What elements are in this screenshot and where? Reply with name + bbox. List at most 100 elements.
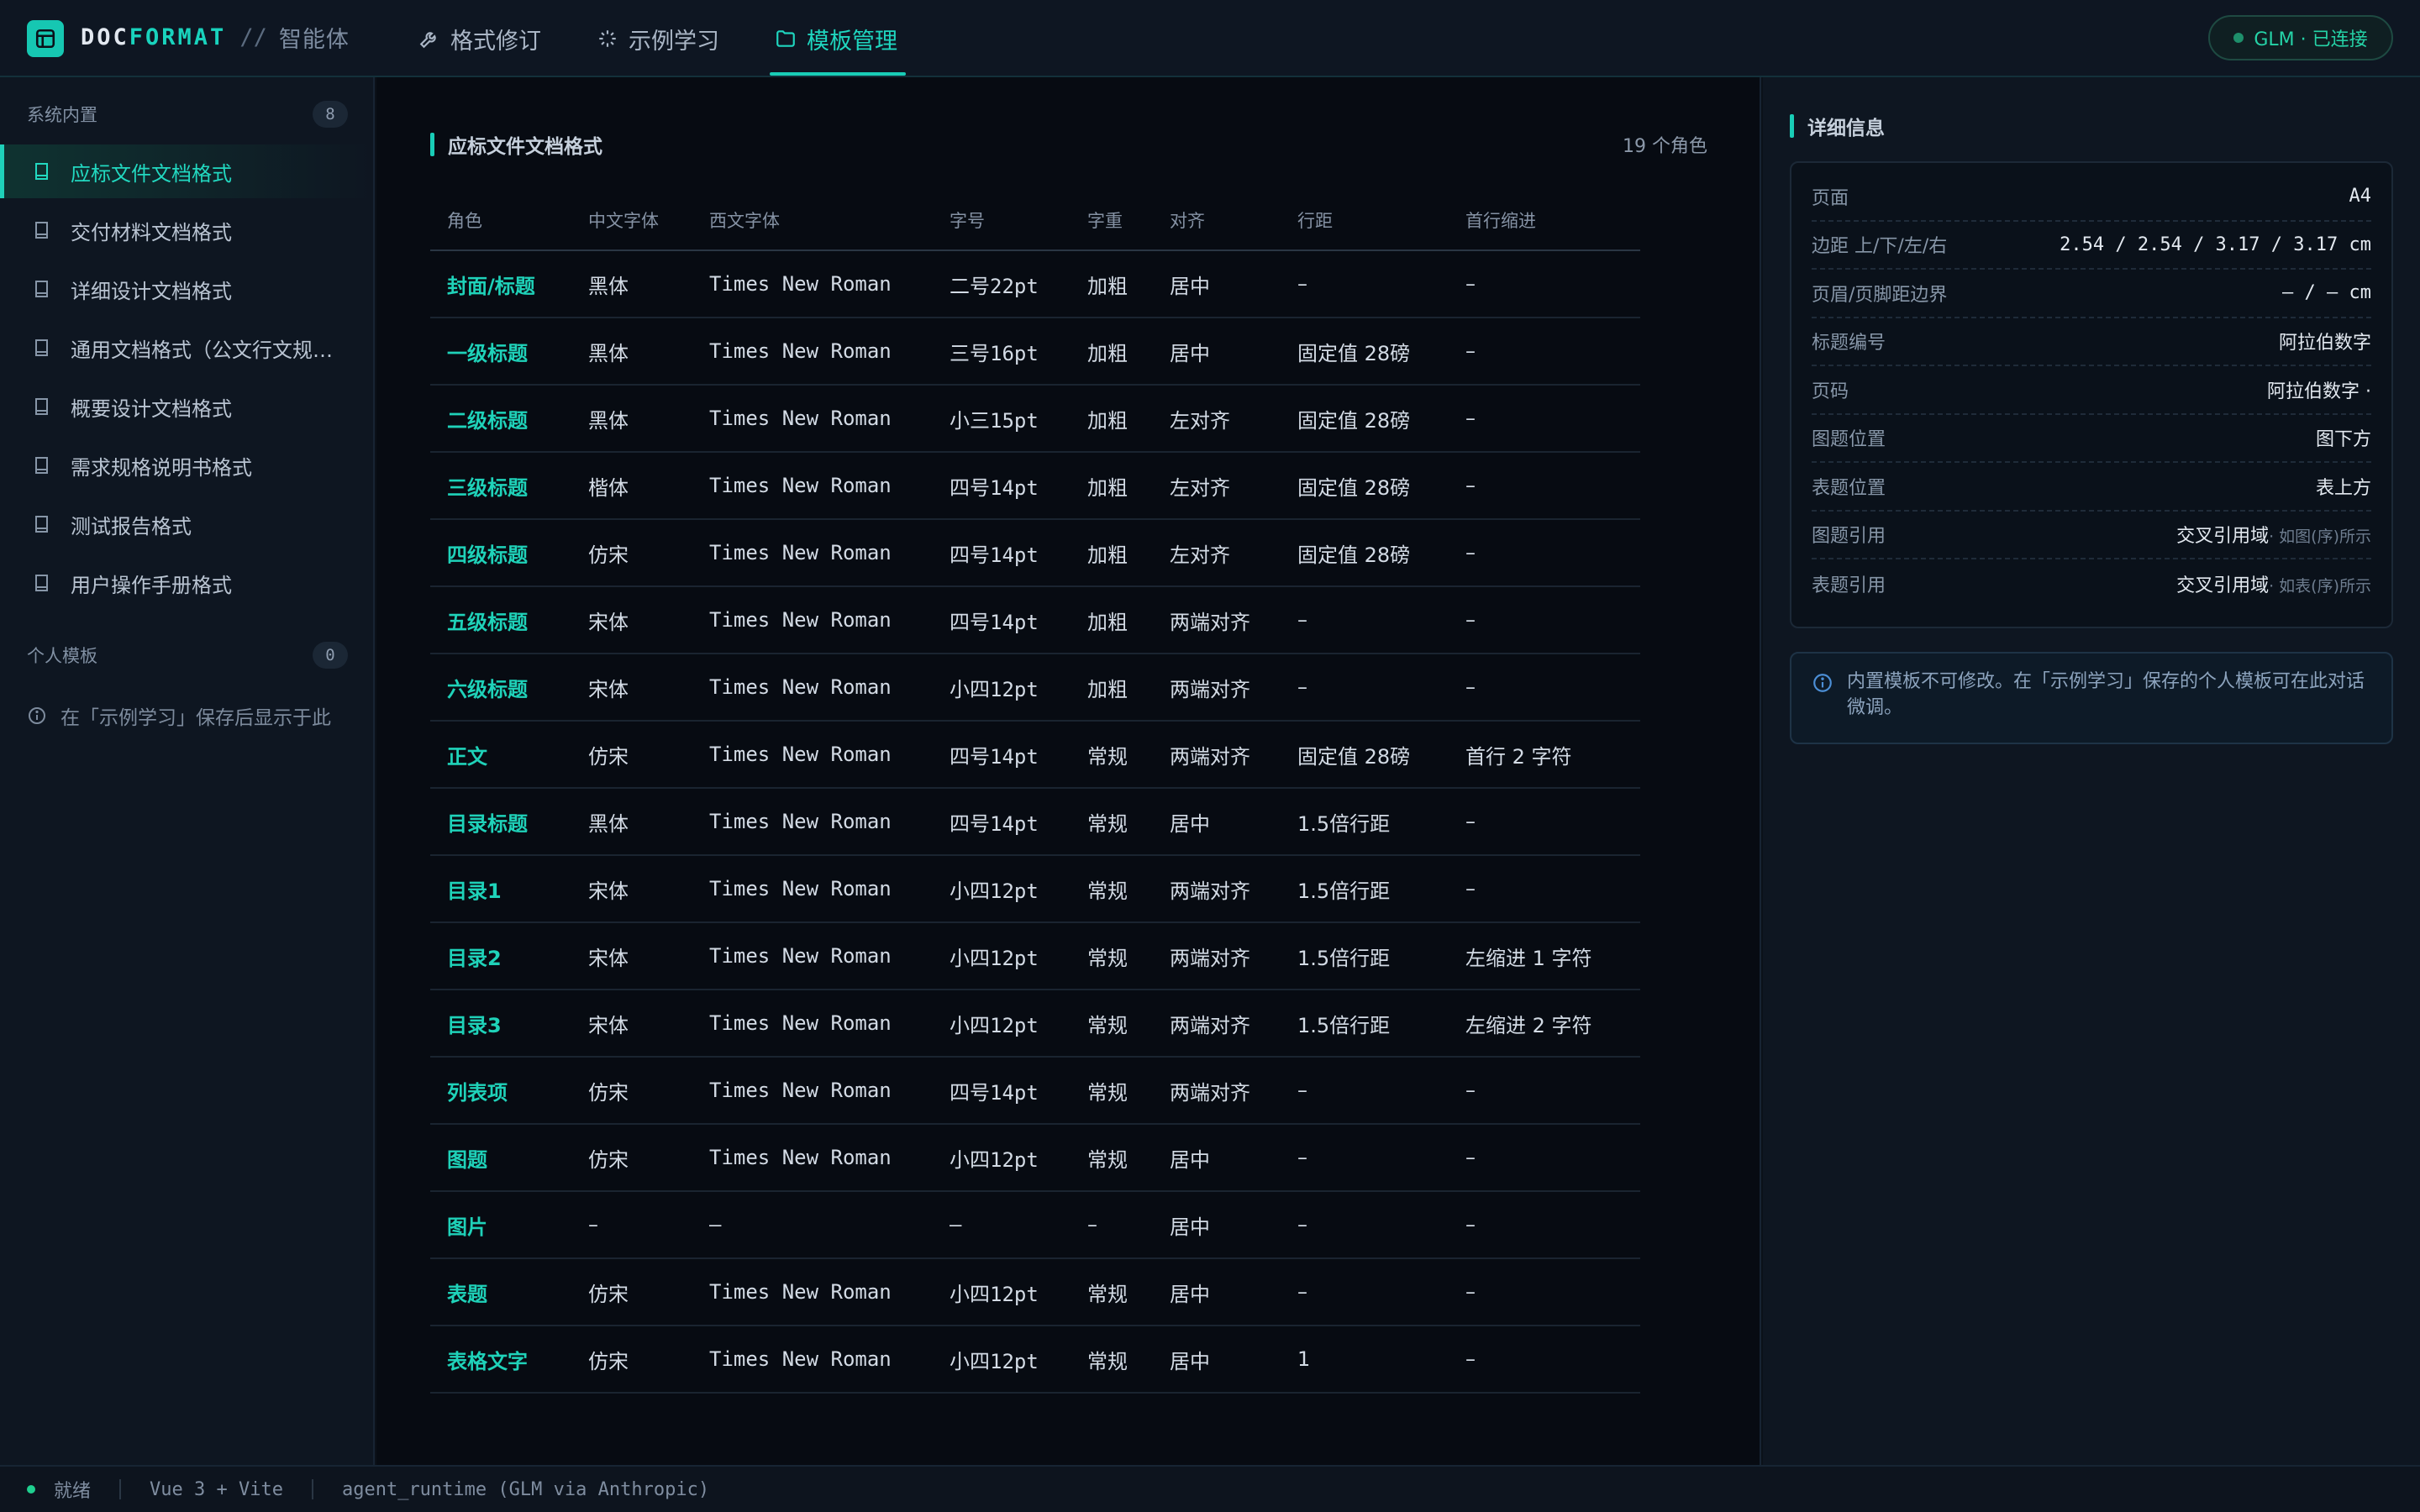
cell-size: 小四12pt — [933, 990, 1071, 1058]
sidebar-item-label: 应标文件文档格式 — [71, 161, 232, 186]
table-row[interactable]: 目录2 宋体 Times New Roman 小四12pt 常规 两端对齐 1.5倍行距 左缩… — [430, 922, 1640, 990]
cell-cn: 宋体 — [571, 990, 692, 1058]
table-body: 封面/标题 黑体 Times New Roman 二号22pt 加粗 居中 – – 一级标题 黑体… — [430, 250, 1640, 1394]
sidebar-item-test-report[interactable]: 测试报告格式 — [0, 497, 373, 551]
book-icon — [35, 457, 48, 474]
cell-indent: – — [1449, 855, 1640, 923]
title-accent-bar — [430, 133, 434, 156]
cell-spacing: – — [1281, 1124, 1449, 1192]
sidebar-item-detailed-design[interactable]: 详细设计文档格式 — [0, 262, 373, 316]
details-title: 详细信息 — [1790, 111, 1885, 141]
table-row[interactable]: 三级标题 楷体 Times New Roman 四号14pt 加粗 左对齐 固定值 28磅 – — [430, 452, 1640, 520]
table-row[interactable]: 六级标题 宋体 Times New Roman 小四12pt 加粗 两端对齐 – – — [430, 654, 1640, 722]
cell-size: 四号14pt — [933, 519, 1071, 587]
cell-role: 目录3 — [430, 990, 571, 1058]
cell-role: 三级标题 — [430, 452, 571, 520]
table-row[interactable]: 目录3 宋体 Times New Roman 小四12pt 常规 两端对齐 1.5倍行距 左缩… — [430, 990, 1640, 1058]
cell-spacing: 固定值 28磅 — [1281, 385, 1449, 453]
sidebar-item-general-document[interactable]: 通用文档格式（公文行文规范） — [0, 321, 373, 375]
cell-role: 表题 — [430, 1258, 571, 1326]
cell-align: 居中 — [1153, 788, 1281, 856]
cell-size: 小三15pt — [933, 385, 1071, 453]
column-header: 字重 — [1071, 190, 1153, 251]
cell-align: 居中 — [1153, 318, 1281, 386]
book-icon — [35, 575, 48, 591]
sidebar-item-label: 交付材料文档格式 — [71, 220, 232, 244]
cell-spacing: 固定值 28磅 — [1281, 318, 1449, 386]
cell-spacing: 1.5倍行距 — [1281, 922, 1449, 990]
info-icon — [1813, 674, 1832, 692]
column-header: 对齐 — [1153, 190, 1281, 251]
table-row[interactable]: 表格文字 仿宋 Times New Roman 小四12pt 常规 居中 1– — [430, 1326, 1640, 1394]
cell-spacing: 1.5倍行距 — [1281, 855, 1449, 923]
table-row[interactable]: 目录1 宋体 Times New Roman 小四12pt 常规 两端对齐 1.5倍行距 – — [430, 855, 1640, 923]
detail-value: – / – cm — [2282, 282, 2371, 303]
cell-en: – — [692, 1191, 933, 1259]
detail-key: 页眉/页脚距边界 — [1812, 284, 1948, 306]
cell-role: 列表项 — [430, 1057, 571, 1125]
cell-cn: 宋体 — [571, 922, 692, 990]
cell-cn: 宋体 — [571, 654, 692, 722]
detail-value-hint: · 如图(序)所示 — [2269, 528, 2371, 547]
cell-align: 两端对齐 — [1153, 922, 1281, 990]
table-row[interactable]: 正文 仿宋 Times New Roman 四号14pt 常规 两端对齐 固定值 28磅 首行… — [430, 721, 1640, 789]
tab-template-management[interactable]: 模板管理 — [775, 20, 897, 57]
cell-weight: 常规 — [1071, 1057, 1153, 1125]
details-title-text: 详细信息 — [1807, 118, 1885, 139]
detail-value-text: 交叉引用域 — [2176, 526, 2270, 548]
cell-weight: 常规 — [1071, 1258, 1153, 1326]
cell-indent: 首行 2 字符 — [1449, 721, 1640, 789]
cell-spacing: – — [1281, 586, 1449, 654]
cell-weight: – — [1071, 1191, 1153, 1259]
cell-spacing: 1.5倍行距 — [1281, 990, 1449, 1058]
detail-row: 表题引用 交叉引用域· 如表(序)所示 — [1812, 559, 2371, 608]
wrench-icon — [419, 32, 436, 49]
sidebar-item-label: 通用文档格式（公文行文规范） — [71, 338, 348, 362]
sidebar-item-bid-document[interactable]: 应标文件文档格式 — [0, 144, 373, 198]
column-header: 中文字体 — [571, 190, 692, 251]
sidebar-item-delivery-material[interactable]: 交付材料文档格式 — [0, 203, 373, 257]
table-row[interactable]: 封面/标题 黑体 Times New Roman 二号22pt 加粗 居中 – – — [430, 250, 1640, 318]
cell-weight: 加粗 — [1071, 519, 1153, 587]
cell-size: 小四12pt — [933, 1326, 1071, 1394]
table-row[interactable]: 一级标题 黑体 Times New Roman 三号16pt 加粗 居中 固定值 28磅 – — [430, 318, 1640, 386]
cell-weight: 加粗 — [1071, 318, 1153, 386]
tab-example-learning[interactable]: 示例学习 — [597, 20, 719, 57]
cell-size: 四号14pt — [933, 452, 1071, 520]
cell-indent: – — [1449, 519, 1640, 587]
cell-indent: – — [1449, 788, 1640, 856]
column-header: 首行缩进 — [1449, 190, 1640, 251]
sidebar-item-requirements-spec[interactable]: 需求规格说明书格式 — [0, 438, 373, 492]
table-row[interactable]: 二级标题 黑体 Times New Roman 小三15pt 加粗 左对齐 固定值 28磅 – — [430, 385, 1640, 453]
cell-en: Times New Roman — [692, 721, 933, 789]
table-row[interactable]: 图题 仿宋 Times New Roman 小四12pt 常规 居中 – – — [430, 1124, 1640, 1192]
table-row[interactable]: 列表项 仿宋 Times New Roman 四号14pt 常规 两端对齐 – – — [430, 1057, 1640, 1125]
cell-size: 小四12pt — [933, 654, 1071, 722]
cell-spacing: 1.5倍行距 — [1281, 788, 1449, 856]
cell-weight: 常规 — [1071, 788, 1153, 856]
table-row[interactable]: 目录标题 黑体 Times New Roman 四号14pt 常规 居中 1.5倍行距 – — [430, 788, 1640, 856]
sidebar-item-user-manual[interactable]: 用户操作手册格式 — [0, 556, 373, 610]
personal-section-title: 个人模板 — [27, 646, 97, 666]
sidebar-item-label: 需求规格说明书格式 — [71, 455, 252, 480]
cell-align: 两端对齐 — [1153, 1057, 1281, 1125]
cell-role: 目录2 — [430, 922, 571, 990]
cell-align: 居中 — [1153, 1326, 1281, 1394]
sidebar-item-outline-design[interactable]: 概要设计文档格式 — [0, 380, 373, 433]
cell-indent: – — [1449, 250, 1640, 318]
sparkle-icon — [599, 30, 616, 47]
table-row[interactable]: 四级标题 仿宋 Times New Roman 四号14pt 加粗 左对齐 固定值 28磅 – — [430, 519, 1640, 587]
cell-en: Times New Roman — [692, 922, 933, 990]
cell-indent: – — [1449, 1191, 1640, 1259]
table-row[interactable]: 图片 – – – – 居中 – – — [430, 1191, 1640, 1259]
cell-spacing: – — [1281, 1258, 1449, 1326]
tab-format-revision[interactable]: 格式修订 — [418, 20, 541, 57]
table-row[interactable]: 五级标题 宋体 Times New Roman 四号14pt 加粗 两端对齐 – – — [430, 586, 1640, 654]
table-row[interactable]: 表题 仿宋 Times New Roman 小四12pt 常规 居中 – – — [430, 1258, 1640, 1326]
cell-size: 四号14pt — [933, 586, 1071, 654]
brand-separator: // — [239, 24, 267, 50]
sidebar-item-label: 用户操作手册格式 — [71, 573, 232, 597]
book-icon — [35, 339, 48, 356]
detail-row: 页面 A4 — [1812, 173, 2371, 222]
personal-count-badge: 0 — [313, 642, 348, 669]
